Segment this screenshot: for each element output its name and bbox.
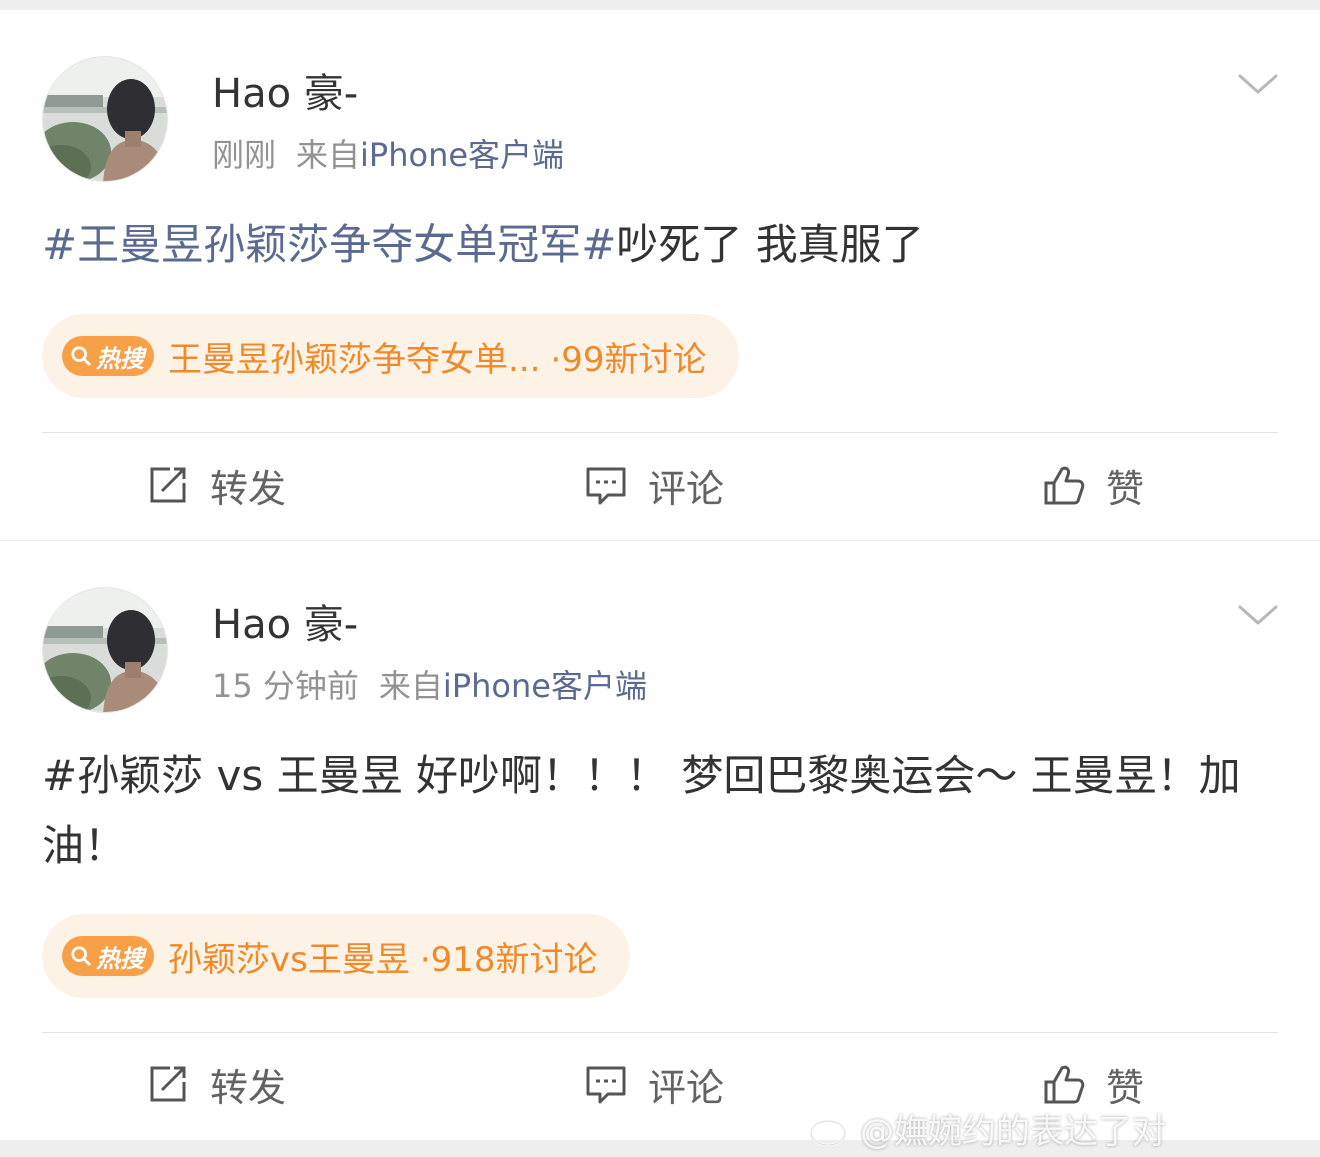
hot-search-title: 王曼昱孙颖莎争夺女单... [168, 339, 541, 380]
hot-search-badge: 热搜 [62, 336, 154, 376]
hot-search-badge-label: 热搜 [96, 344, 144, 373]
repost-icon [150, 467, 186, 503]
avatar-photo [43, 588, 167, 712]
action-bar: 转发 评论 赞 [0, 440, 1320, 530]
watermark: @嫵婉约的表达了对 [808, 1104, 1166, 1153]
username[interactable]: Hao 豪- [212, 68, 358, 120]
hot-search-badge: 热搜 [62, 936, 154, 976]
post-meta: 刚刚 来自iPhone客户端 [212, 134, 564, 176]
post-source[interactable]: iPhone客户端 [443, 667, 647, 705]
post-card[interactable]: Hao 豪- 15 分钟前 来自iPhone客户端 #孙颖莎 vs 王曼昱 好吵啊… [0, 541, 1320, 1140]
topic-link[interactable]: #王曼昱孙颖莎争夺女单冠军# [42, 220, 616, 269]
post-time: 刚刚 [212, 136, 277, 174]
comment-icon [586, 467, 626, 505]
post-card[interactable]: Hao 豪- 刚刚 来自iPhone客户端 #王曼昱孙颖莎争夺女单冠军#吵死了 我… [0, 10, 1320, 540]
post-text: 吵死了 我真服了 [616, 220, 924, 269]
post-time: 15 分钟前 [212, 667, 359, 705]
post-content: #孙颖莎 vs 王曼昱 好吵啊！！！ 梦回巴黎奥运会～ 王曼昱！加油！ [42, 741, 1282, 881]
hot-search-title: 孙颖莎vs王曼昱 [168, 939, 410, 980]
search-icon [71, 946, 91, 966]
post-source[interactable]: iPhone客户端 [360, 136, 564, 174]
like-icon [1044, 1065, 1085, 1104]
weibo-logo-icon [809, 1113, 852, 1146]
repost-label: 转发 [210, 466, 287, 511]
avatar[interactable] [42, 56, 168, 182]
like-button[interactable]: 赞 [1042, 440, 1144, 530]
like-label: 赞 [1106, 466, 1145, 511]
repost-icon [150, 1066, 186, 1102]
search-icon [71, 346, 91, 366]
avatar[interactable] [42, 587, 168, 713]
hot-search-pill[interactable]: 热搜 孙颖莎vs王曼昱 ·918新讨论 [42, 914, 630, 998]
chevron-down-icon[interactable] [1236, 597, 1280, 633]
username[interactable]: Hao 豪- [212, 599, 358, 651]
hot-search-pill[interactable]: 热搜 王曼昱孙颖莎争夺女单... ·99新讨论 [42, 314, 739, 398]
avatar-photo [43, 57, 167, 181]
comment-label: 评论 [648, 466, 725, 511]
hot-search-count: ·918新讨论 [419, 939, 598, 980]
comment-icon [586, 1066, 626, 1104]
comment-label: 评论 [648, 1065, 725, 1110]
chevron-down-icon[interactable] [1236, 66, 1280, 102]
watermark-text: @嫵婉约的表达了对 [860, 1112, 1166, 1152]
post-meta: 15 分钟前 来自iPhone客户端 [212, 665, 647, 707]
divider [42, 432, 1278, 433]
divider [42, 1032, 1278, 1033]
comment-button[interactable]: 评论 [584, 440, 724, 530]
like-icon [1044, 466, 1085, 505]
repost-label: 转发 [210, 1065, 287, 1110]
hot-search-badge-label: 热搜 [96, 944, 144, 973]
post-text: #孙颖莎 vs 王曼昱 好吵啊！！！ 梦回巴黎奥运会～ 王曼昱！加油！ [42, 751, 1241, 870]
source-prefix: 来自 [296, 136, 361, 174]
repost-button[interactable]: 转发 [146, 1039, 286, 1129]
comment-button[interactable]: 评论 [584, 1039, 724, 1129]
source-prefix: 来自 [378, 667, 443, 705]
hot-search-count: ·99新讨论 [550, 339, 707, 380]
post-content: #王曼昱孙颖莎争夺女单冠军#吵死了 我真服了 [42, 210, 1282, 280]
feed: Hao 豪- 刚刚 来自iPhone客户端 #王曼昱孙颖莎争夺女单冠军#吵死了 我… [0, 0, 1320, 1157]
repost-button[interactable]: 转发 [146, 440, 286, 530]
